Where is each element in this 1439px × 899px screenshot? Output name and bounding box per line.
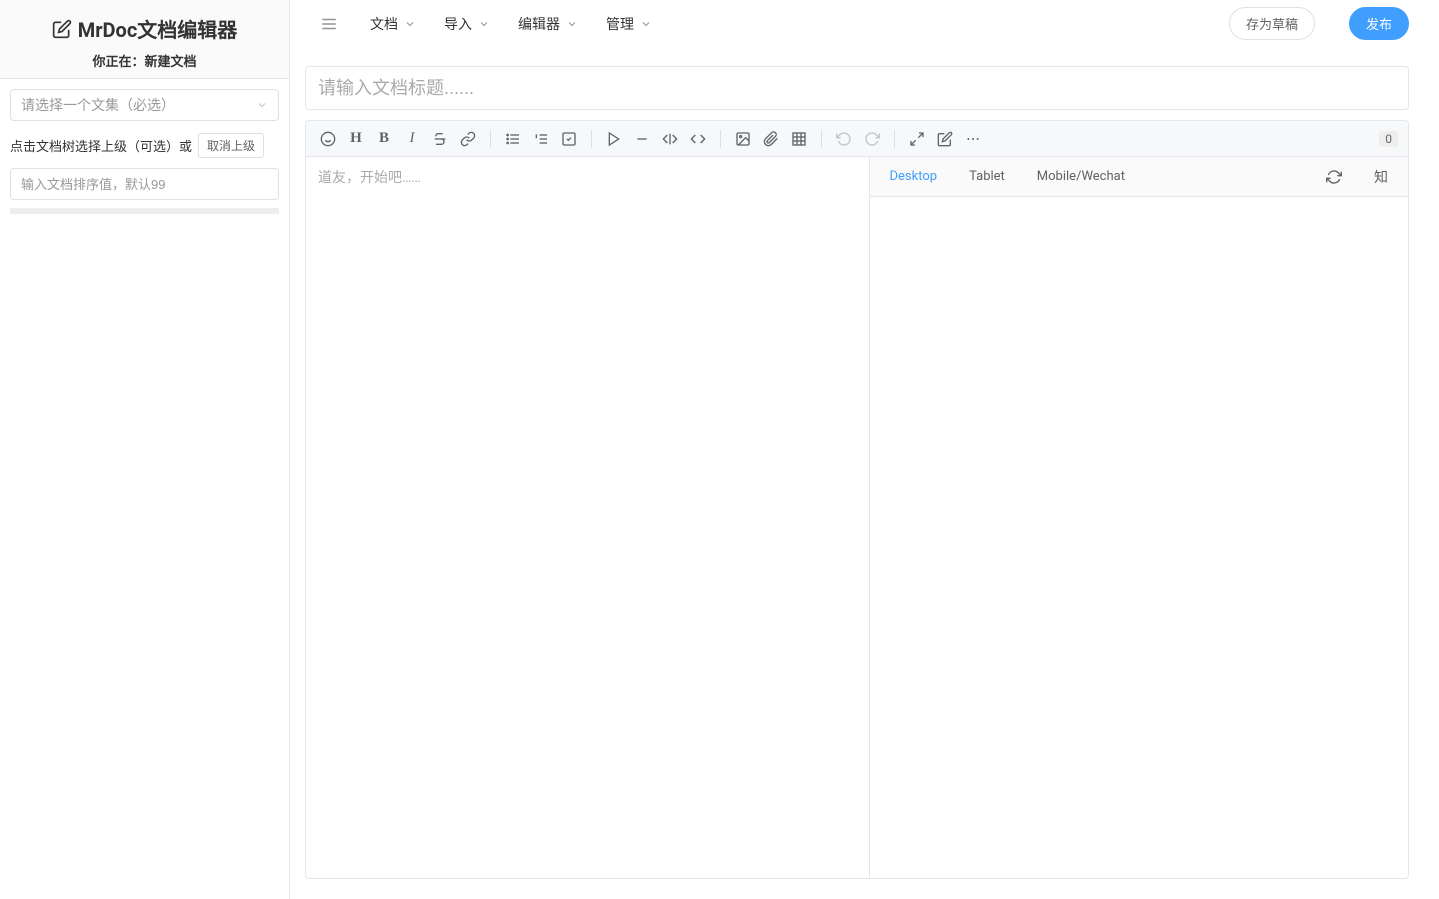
editor-toolbar: H B I bbox=[306, 121, 1408, 157]
main: 文档 导入 编辑器 管理 存为草稿 发布 bbox=[290, 0, 1439, 899]
table-icon[interactable] bbox=[787, 127, 811, 151]
code-block-icon[interactable] bbox=[658, 127, 682, 151]
sidebar: MrDoc文档编辑器 你正在：新建文档 请选择一个文集（必选） 点击文档树选择上… bbox=[0, 0, 290, 899]
bold-icon[interactable]: B bbox=[372, 127, 396, 151]
ordered-list-icon[interactable] bbox=[529, 127, 553, 151]
heading-icon[interactable]: H bbox=[344, 127, 368, 151]
sidebar-body: 请选择一个文集（必选） 点击文档树选择上级（可选）或 取消上级 bbox=[0, 79, 289, 224]
fullscreen-icon[interactable] bbox=[905, 127, 929, 151]
image-icon[interactable] bbox=[731, 127, 755, 151]
emoji-icon[interactable] bbox=[316, 127, 340, 151]
chevron-down-icon bbox=[256, 99, 268, 111]
chevron-down-icon bbox=[566, 18, 578, 30]
app-title-text: MrDoc文档编辑器 bbox=[78, 14, 238, 43]
top-menu: 文档 导入 编辑器 管理 存为草稿 发布 bbox=[290, 0, 1439, 48]
parent-select-row: 点击文档树选择上级（可选）或 取消上级 bbox=[10, 133, 279, 158]
menu-items: 文档 导入 编辑器 管理 bbox=[370, 14, 652, 34]
sort-input[interactable] bbox=[10, 168, 279, 200]
menu-manage[interactable]: 管理 bbox=[606, 14, 652, 34]
editor-placeholder: 道友，开始吧…… bbox=[318, 170, 421, 186]
loading-bar bbox=[10, 208, 279, 214]
document-title-input[interactable] bbox=[305, 66, 1409, 110]
collection-select-placeholder: 请选择一个文集（必选） bbox=[21, 95, 175, 115]
unordered-list-icon[interactable] bbox=[501, 127, 525, 151]
preview-tab-desktop[interactable]: Desktop bbox=[890, 169, 938, 184]
zhi-button[interactable]: 知 bbox=[1374, 167, 1388, 187]
edit-mode-icon[interactable] bbox=[933, 127, 957, 151]
undo-icon[interactable] bbox=[832, 127, 856, 151]
app-subtitle: 你正在：新建文档 bbox=[10, 51, 279, 70]
preview-tab-tablet[interactable]: Tablet bbox=[969, 169, 1005, 184]
attachment-icon[interactable] bbox=[759, 127, 783, 151]
separator bbox=[591, 130, 592, 148]
preview-body bbox=[870, 197, 1409, 878]
edit-icon bbox=[52, 19, 72, 39]
link-icon[interactable] bbox=[456, 127, 480, 151]
preview-tabs: Desktop Tablet Mobile/Wechat 知 bbox=[870, 157, 1409, 197]
parent-select-label: 点击文档树选择上级（可选）或 bbox=[10, 136, 192, 155]
chevron-down-icon bbox=[640, 18, 652, 30]
italic-icon[interactable]: I bbox=[400, 127, 424, 151]
editor-wrapper: H B I bbox=[305, 120, 1409, 879]
separator bbox=[490, 130, 491, 148]
chevron-down-icon bbox=[404, 18, 416, 30]
collection-select[interactable]: 请选择一个文集（必选） bbox=[10, 89, 279, 121]
word-count: 0 bbox=[1379, 131, 1398, 147]
separator bbox=[720, 130, 721, 148]
menu-document[interactable]: 文档 bbox=[370, 14, 416, 34]
preview-tab-mobile[interactable]: Mobile/Wechat bbox=[1037, 169, 1125, 184]
chevron-down-icon bbox=[478, 18, 490, 30]
editor-textarea[interactable]: 道友，开始吧…… bbox=[306, 157, 870, 878]
app-title: MrDoc文档编辑器 bbox=[52, 14, 238, 43]
sidebar-header: MrDoc文档编辑器 你正在：新建文档 bbox=[0, 0, 289, 79]
editor-panes: 道友，开始吧…… Desktop Tablet Mobile/Wechat 知 bbox=[306, 157, 1408, 878]
horizontal-rule-icon[interactable] bbox=[630, 127, 654, 151]
menu-editor[interactable]: 编辑器 bbox=[518, 14, 578, 34]
refresh-icon[interactable] bbox=[1326, 169, 1342, 185]
content: H B I bbox=[290, 48, 1439, 879]
preview-pane: Desktop Tablet Mobile/Wechat 知 bbox=[870, 157, 1409, 878]
checklist-icon[interactable] bbox=[557, 127, 581, 151]
more-icon[interactable] bbox=[961, 127, 985, 151]
hamburger-icon[interactable] bbox=[320, 15, 338, 33]
code-inline-icon[interactable] bbox=[686, 127, 710, 151]
save-draft-button[interactable]: 存为草稿 bbox=[1229, 7, 1315, 40]
strikethrough-icon[interactable] bbox=[428, 127, 452, 151]
cancel-parent-button[interactable]: 取消上级 bbox=[198, 133, 264, 158]
quote-icon[interactable] bbox=[602, 127, 626, 151]
publish-button[interactable]: 发布 bbox=[1349, 7, 1409, 40]
menu-import[interactable]: 导入 bbox=[444, 14, 490, 34]
redo-icon[interactable] bbox=[860, 127, 884, 151]
separator bbox=[894, 130, 895, 148]
separator bbox=[821, 130, 822, 148]
